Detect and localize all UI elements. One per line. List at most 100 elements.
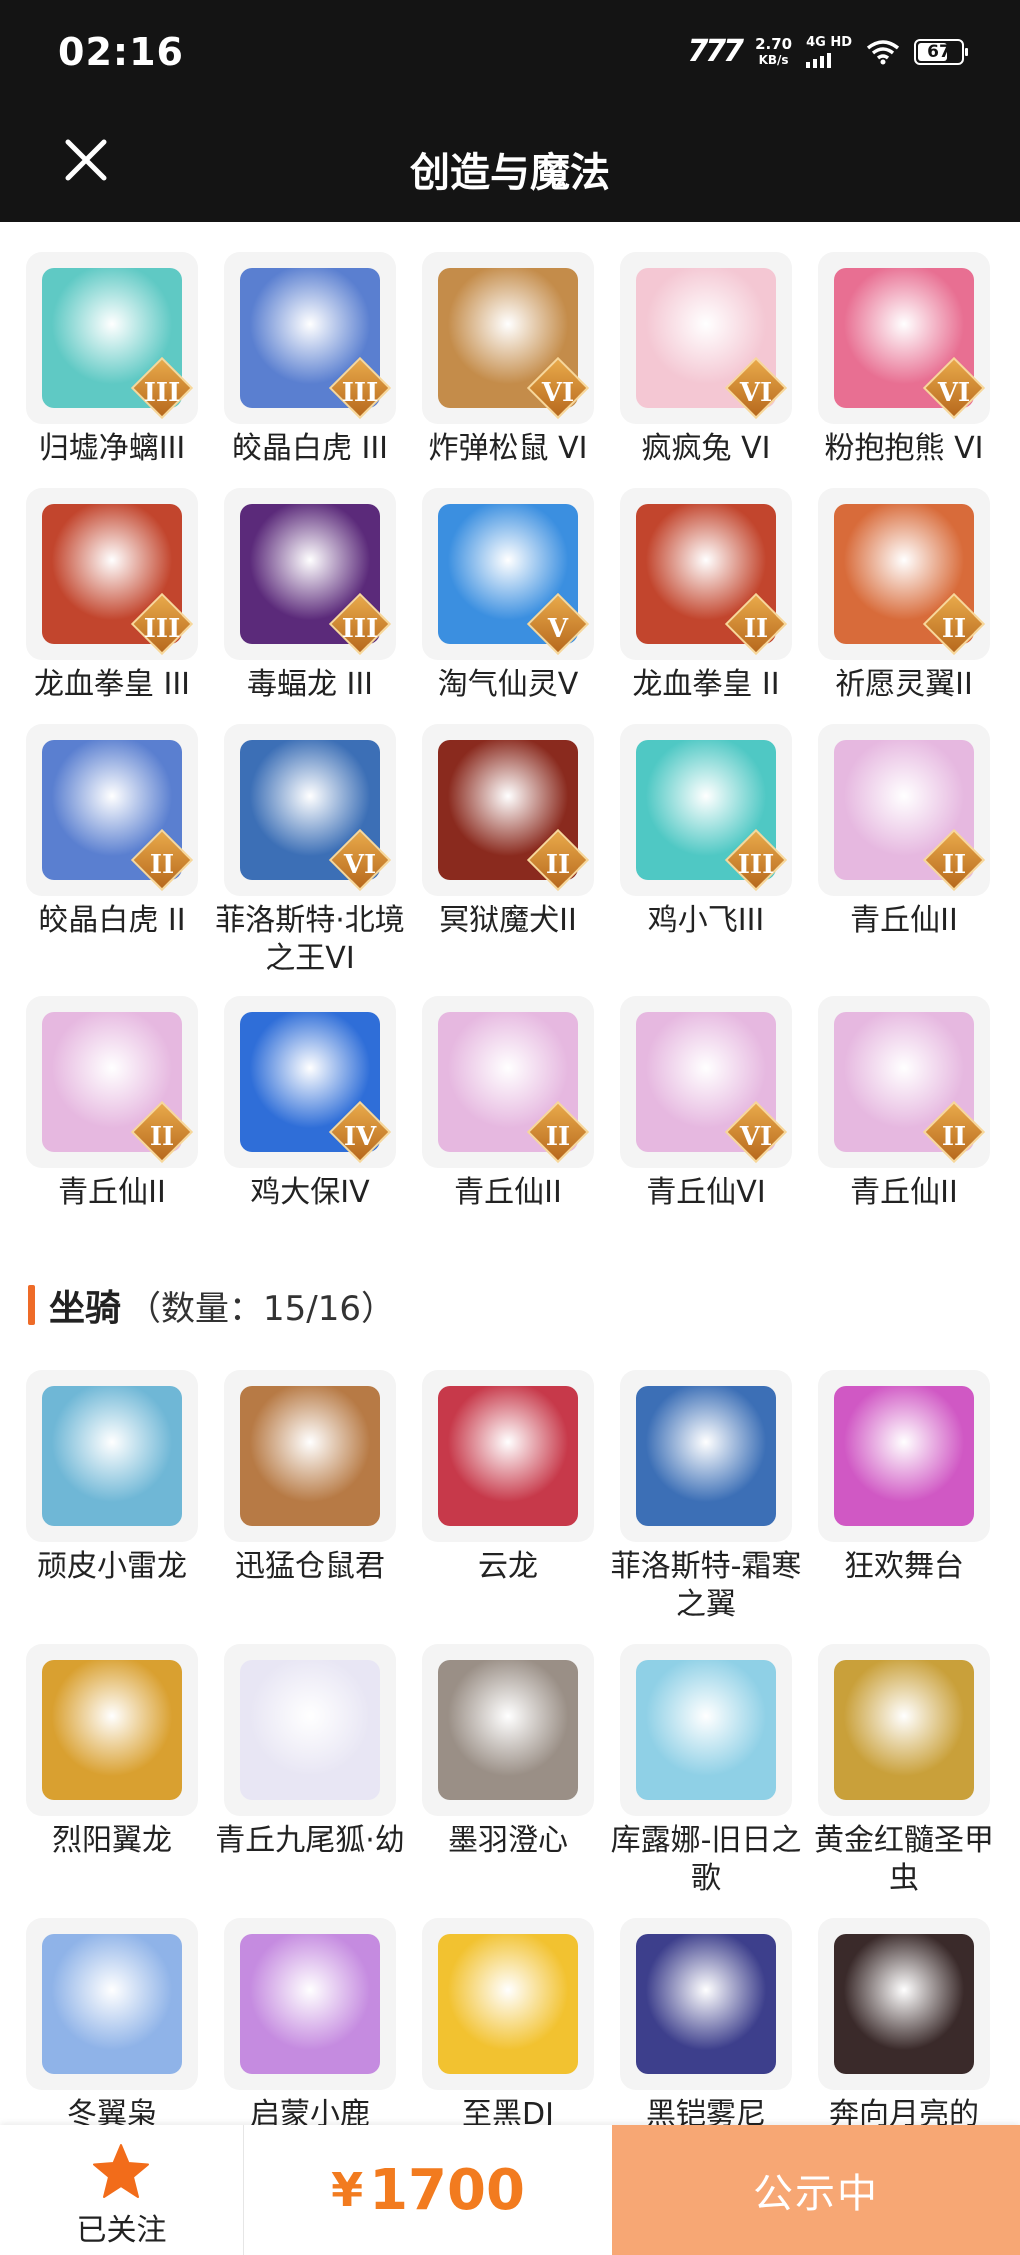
pet-name: 疯疯兔 VI: [641, 431, 771, 466]
pet-thumbnail: III: [26, 252, 198, 424]
bottom-bar: 已关注 ¥ 1700 公示中: [0, 2125, 1020, 2255]
star-icon: [93, 2144, 149, 2198]
character-art-icon: [42, 1934, 182, 2074]
tier-badge-label: II: [149, 1122, 175, 1152]
pet-card[interactable]: IV 鸡大保IV: [212, 996, 408, 1212]
battery-level: 67: [927, 41, 951, 62]
mount-name: 烈阳翼龙: [52, 1823, 172, 1858]
mount-thumbnail: [26, 1370, 198, 1542]
tier-badge-label: II: [149, 850, 175, 880]
tier-badge-label: II: [941, 850, 967, 880]
pet-card[interactable]: III 毒蝠龙 III: [212, 488, 408, 704]
pet-thumbnail: III: [620, 724, 792, 896]
mount-card[interactable]: 迅猛仓鼠君: [212, 1370, 408, 1586]
pet-thumbnail: II: [818, 488, 990, 660]
pet-thumbnail: III: [224, 252, 396, 424]
mount-name: 墨羽澄心: [448, 1823, 568, 1858]
tier-badge-label: III: [341, 614, 379, 644]
mount-thumbnail: [224, 1644, 396, 1816]
network-speed: 2.70 KB/s: [755, 36, 792, 68]
mount-thumbnail: [818, 1644, 990, 1816]
pet-card[interactable]: VI 粉抱抱熊 VI: [806, 252, 1002, 468]
pet-card[interactable]: VI 炸弹松鼠 VI: [410, 252, 606, 468]
character-art-icon: [438, 1660, 578, 1800]
pet-name: 青丘仙II: [850, 1175, 958, 1210]
tier-badge-label: II: [743, 614, 769, 644]
pet-card[interactable]: II 青丘仙II: [410, 996, 606, 1212]
pet-name: 青丘仙VI: [646, 1175, 766, 1210]
follow-button[interactable]: 已关注: [0, 2125, 244, 2255]
pet-name: 皎晶白虎 II: [38, 903, 186, 938]
status-icons: 777 2.70 KB/s 4G HD 67: [687, 34, 968, 69]
mount-card[interactable]: 菲洛斯特-霜寒之翼: [608, 1370, 804, 1624]
pet-card[interactable]: VI 疯疯兔 VI: [608, 252, 804, 468]
publicity-button[interactable]: 公示中: [612, 2125, 1020, 2255]
mount-card[interactable]: 黑铠雾尼: [608, 1918, 804, 2134]
pet-card[interactable]: III 归墟净螭III: [14, 252, 210, 468]
pet-thumbnail: VI: [620, 252, 792, 424]
pet-card[interactable]: II 青丘仙II: [806, 724, 1002, 940]
pet-card[interactable]: II 冥狱魔犬II: [410, 724, 606, 940]
pet-thumbnail: III: [26, 488, 198, 660]
pet-card[interactable]: II 皎晶白虎 II: [14, 724, 210, 940]
mount-card[interactable]: 烈阳翼龙: [14, 1644, 210, 1860]
signal-icon: 4G HD: [806, 35, 852, 68]
mount-card[interactable]: 冬翼枭: [14, 1918, 210, 2134]
mount-card[interactable]: 青丘九尾狐·幼: [212, 1644, 408, 1860]
mount-name: 青丘九尾狐·幼: [215, 1823, 405, 1858]
pet-name: 菲洛斯特·北境之王VI: [215, 903, 405, 976]
mount-card[interactable]: 狂欢舞台: [806, 1370, 1002, 1586]
pet-name: 炸弹松鼠 VI: [428, 431, 588, 466]
pet-card[interactable]: VI 菲洛斯特·北境之王VI: [212, 724, 408, 978]
pet-thumbnail: VI: [422, 252, 594, 424]
pet-card[interactable]: III 皎晶白虎 III: [212, 252, 408, 468]
character-art-icon: [834, 1386, 974, 1526]
mount-card[interactable]: 云龙: [410, 1370, 606, 1586]
pet-card[interactable]: II 青丘仙II: [14, 996, 210, 1212]
tier-badge-label: VI: [739, 1122, 773, 1152]
pet-card[interactable]: II 青丘仙II: [806, 996, 1002, 1212]
mount-thumbnail: [224, 1918, 396, 2090]
tier-badge-label: II: [545, 1122, 571, 1152]
mount-card[interactable]: 奔向月亮的: [806, 1918, 1002, 2134]
pet-name: 粉抱抱熊 VI: [824, 431, 984, 466]
mount-card[interactable]: 至黑DJ: [410, 1918, 606, 2134]
pet-thumbnail: II: [620, 488, 792, 660]
pet-name: 归墟净螭III: [38, 431, 186, 466]
pet-card[interactable]: III 龙血拳皇 III: [14, 488, 210, 704]
character-art-icon: [636, 1934, 776, 2074]
mount-thumbnail: [620, 1918, 792, 2090]
pet-card[interactable]: VI 青丘仙VI: [608, 996, 804, 1212]
pet-thumbnail: V: [422, 488, 594, 660]
price-amount: 1700: [369, 2157, 525, 2223]
pet-card[interactable]: V 淘气仙灵V: [410, 488, 606, 704]
mount-thumbnail: [224, 1370, 396, 1542]
tier-badge-label: III: [143, 378, 181, 408]
mount-card[interactable]: 启蒙小鹿: [212, 1918, 408, 2134]
character-art-icon: [42, 1386, 182, 1526]
mount-thumbnail: [26, 1644, 198, 1816]
pet-card[interactable]: II 祈愿灵翼II: [806, 488, 1002, 704]
tier-badge-label: VI: [343, 850, 377, 880]
mount-thumbnail: [26, 1918, 198, 2090]
mount-name: 黄金红髓圣甲虫: [814, 1823, 994, 1896]
pet-thumbnail: VI: [620, 996, 792, 1168]
pet-thumbnail: II: [26, 724, 198, 896]
mount-card[interactable]: 库露娜-旧日之歌: [608, 1644, 804, 1898]
pet-name: 青丘仙II: [454, 1175, 562, 1210]
character-art-icon: [240, 1660, 380, 1800]
tier-badge-label: II: [545, 850, 571, 880]
character-art-icon: [636, 1386, 776, 1526]
pet-card[interactable]: III 鸡小飞III: [608, 724, 804, 940]
mount-card[interactable]: 顽皮小雷龙: [14, 1370, 210, 1586]
pet-name: 龙血拳皇 II: [632, 667, 780, 702]
mount-card[interactable]: 黄金红髓圣甲虫: [806, 1644, 1002, 1898]
title-bar: 创造与魔法: [0, 112, 1020, 222]
pet-card[interactable]: II 龙血拳皇 II: [608, 488, 804, 704]
mount-card[interactable]: 墨羽澄心: [410, 1644, 606, 1860]
follow-label: 已关注: [76, 2213, 167, 2248]
character-art-icon: [834, 1660, 974, 1800]
mount-name: 菲洛斯特-霜寒之翼: [610, 1549, 802, 1622]
tier-badge-label: VI: [739, 378, 773, 408]
pet-thumbnail: II: [818, 724, 990, 896]
